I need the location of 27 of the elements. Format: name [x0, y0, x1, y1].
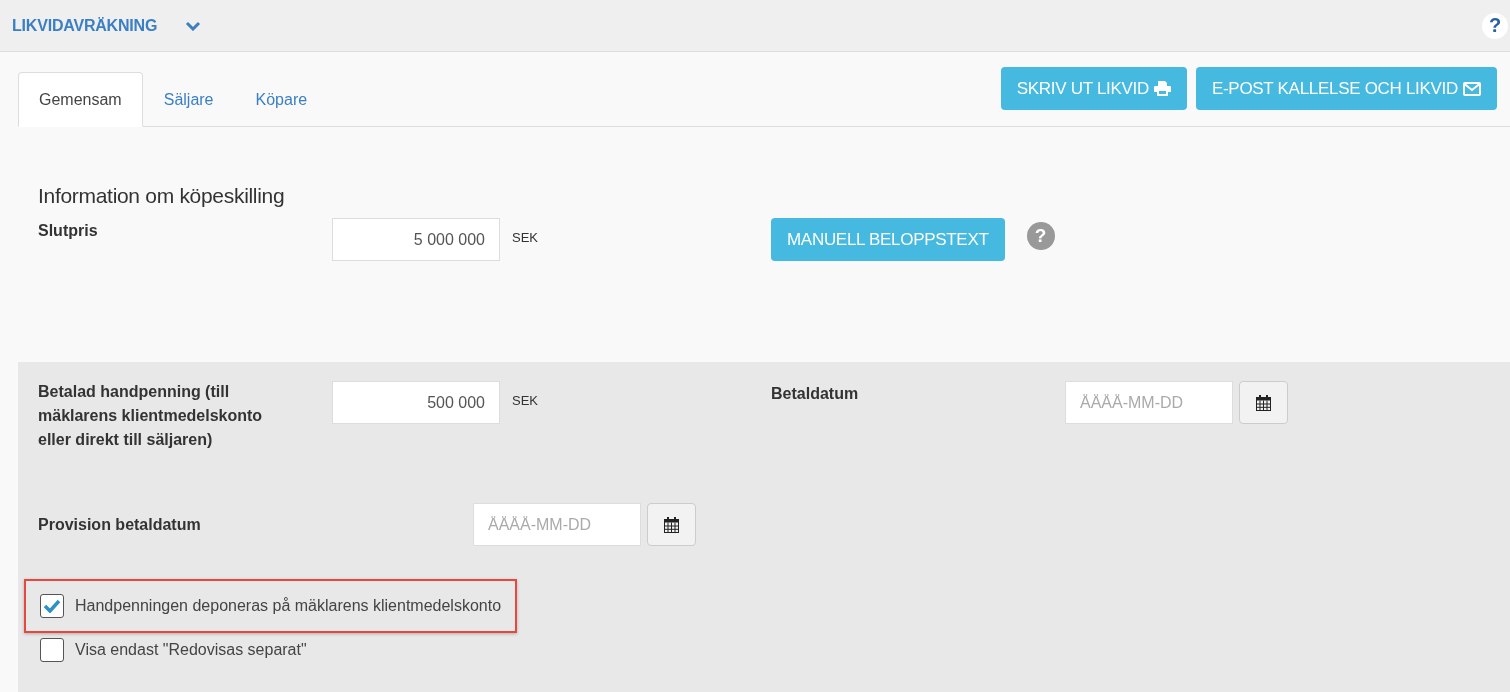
field-label: Slutpris	[38, 222, 99, 240]
section-title: LIKVIDAVRÄKNING	[12, 16, 158, 35]
calendar-button[interactable]	[1239, 381, 1288, 424]
calendar-icon	[1256, 394, 1271, 411]
checkbox[interactable]	[40, 638, 64, 662]
printer-icon	[1153, 81, 1171, 96]
tab[interactable]: Köpare	[234, 72, 329, 127]
checkbox-label[interactable]: Handpenningen deponeras på mäklarens klientmedelskonto	[75, 597, 502, 615]
tab[interactable]: Gemensam	[18, 72, 143, 127]
field-label: Betaldatum	[771, 384, 860, 404]
calendar-button[interactable]	[647, 503, 696, 546]
help-button[interactable]: ?	[1482, 12, 1508, 39]
section-heading: Information om köpeskilling	[38, 184, 286, 208]
tab[interactable]: Säljare	[142, 72, 235, 127]
field-label: Provision betaldatum	[38, 514, 202, 535]
chevron-down-icon[interactable]	[185, 20, 202, 31]
checkbox-label[interactable]: Visa endast "Redovisas separat"	[75, 641, 307, 659]
date-field[interactable]: ÅÅÅÅ-MM-DD	[1065, 381, 1233, 424]
checkbox[interactable]	[40, 594, 64, 618]
currency-label: SEK	[512, 230, 538, 245]
envelope-icon	[1463, 81, 1481, 96]
currency-label: SEK	[512, 393, 538, 408]
deposit-field[interactable]: 500 000	[332, 381, 500, 424]
date-field[interactable]: ÅÅÅÅ-MM-DD	[473, 503, 641, 546]
field-label: Betalad handpenning (till mäklarens klientmedelskonto eller direkt till säljaren)	[38, 382, 264, 450]
price-field[interactable]: 5 000 000	[332, 218, 500, 261]
calendar-icon	[664, 516, 679, 533]
